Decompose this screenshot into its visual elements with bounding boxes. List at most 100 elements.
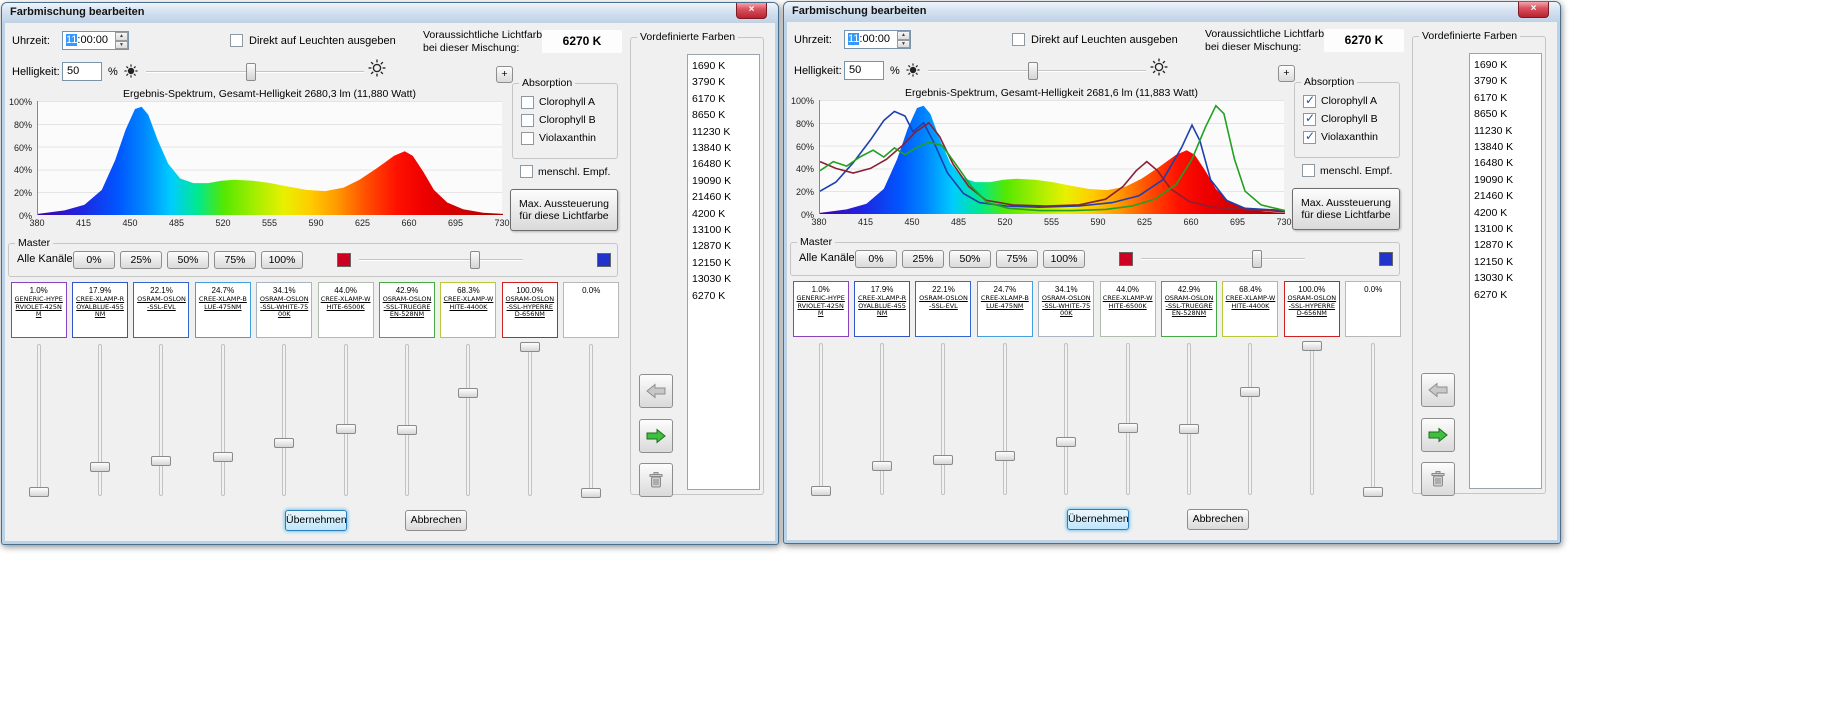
color-list-item[interactable]: 13100 K	[688, 222, 759, 238]
channel-box[interactable]: 17.9% CREE-XLAMP-ROYALBLUE-455NM	[854, 281, 910, 337]
master-percent-button[interactable]: 0%	[855, 250, 897, 268]
channel-box[interactable]: 34.1% OSRAM-OSLON-SSL-WHITE-7500K	[256, 282, 312, 338]
channel-box[interactable]: 100.0% OSRAM-OSLON-SSL-HYPERRED-656NM	[1284, 281, 1340, 337]
channel-box[interactable]: 100.0% OSRAM-OSLON-SSL-HYPERRED-656NM	[502, 282, 558, 338]
channel-box[interactable]: 0.0%	[563, 282, 619, 338]
spinner-down-button[interactable]: ▼	[897, 40, 910, 49]
channel-slider[interactable]	[1281, 341, 1342, 499]
channel-box[interactable]: 68.3% CREE-XLAMP-WHITE-4400K	[440, 282, 496, 338]
channel-slider[interactable]	[192, 342, 253, 500]
color-list-item[interactable]: 12150 K	[688, 255, 759, 271]
color-list-item[interactable]: 12150 K	[1470, 254, 1541, 270]
brightness-slider[interactable]	[928, 62, 1146, 80]
channel-box[interactable]: 1.0% GENERIC-HYPERVIOLET-425NM	[11, 282, 67, 338]
master-percent-button[interactable]: 75%	[996, 250, 1038, 268]
color-list-item[interactable]: 6270 K	[688, 288, 759, 304]
channel-name[interactable]: CREE-XLAMP-ROYALBLUE-455NM	[855, 294, 909, 318]
direkt-checkbox[interactable]	[230, 34, 243, 47]
slider-thumb[interactable]	[933, 455, 953, 465]
channel-name[interactable]: OSRAM-OSLON-SSL-WHITE-7500K	[1039, 294, 1093, 318]
close-button[interactable]: ×	[736, 3, 767, 19]
close-button[interactable]: ×	[1518, 2, 1549, 18]
uebernehmen-button[interactable]: Übernehmen	[285, 510, 347, 531]
channel-slider[interactable]	[131, 342, 192, 500]
color-list-item[interactable]: 3790 K	[1470, 73, 1541, 89]
channel-box[interactable]: 44.0% CREE-XLAMP-WHITE-6500K	[318, 282, 374, 338]
channel-box[interactable]: 34.1% OSRAM-OSLON-SSL-WHITE-7500K	[1038, 281, 1094, 337]
channel-name[interactable]: OSRAM-OSLON-SSL-HYPERRED-656NM	[1285, 294, 1339, 318]
channel-slider[interactable]	[851, 341, 912, 499]
color-list-item[interactable]: 4200 K	[688, 206, 759, 222]
max-aussteuerung-button[interactable]: Max. Aussteuerung für diese Lichtfarbe	[1292, 188, 1400, 230]
absorption-checkbox[interactable]	[1303, 131, 1316, 144]
channel-slider[interactable]	[499, 342, 560, 500]
color-list-item[interactable]: 8650 K	[688, 107, 759, 123]
channel-slider[interactable]	[1158, 341, 1219, 499]
color-list-item[interactable]: 13030 K	[688, 271, 759, 287]
titlebar[interactable]: Farbmischung bearbeiten ×	[2, 3, 778, 23]
master-percent-button[interactable]: 75%	[214, 251, 256, 269]
color-list-item[interactable]: 6170 K	[1470, 90, 1541, 106]
channel-slider[interactable]	[1220, 341, 1281, 499]
color-list-item[interactable]: 13840 K	[688, 140, 759, 156]
spinner-up-button[interactable]: ▲	[115, 32, 128, 41]
slider-thumb[interactable]	[1363, 487, 1383, 497]
channel-box[interactable]: 22.1% OSRAM-OSLON-SSL-EVL	[133, 282, 189, 338]
master-percent-button[interactable]: 0%	[73, 251, 115, 269]
add-button[interactable]: +	[1278, 65, 1295, 82]
move-left-button[interactable]	[1421, 373, 1455, 407]
color-list-item[interactable]: 11230 K	[688, 124, 759, 140]
channel-name[interactable]: CREE-XLAMP-BLUE-475NM	[978, 294, 1032, 310]
channel-box[interactable]: 1.0% GENERIC-HYPERVIOLET-425NM	[793, 281, 849, 337]
abbrechen-button[interactable]: Abbrechen	[1187, 509, 1249, 530]
slider-thumb[interactable]	[1240, 387, 1260, 397]
color-list-item[interactable]: 16480 K	[688, 156, 759, 172]
predefined-colors-list[interactable]: 1690 K 3790 K 6170 K 8650 K 11230 K 1384…	[1469, 53, 1542, 489]
slider-thumb[interactable]	[90, 462, 110, 472]
slider-thumb[interactable]	[246, 63, 256, 81]
channel-name[interactable]: OSRAM-OSLON-SSL-HYPERRED-656NM	[503, 295, 557, 319]
spinner-up-button[interactable]: ▲	[897, 31, 910, 40]
master-percent-button[interactable]: 100%	[1043, 250, 1085, 268]
slider-thumb[interactable]	[336, 424, 356, 434]
channel-box[interactable]: 17.9% CREE-XLAMP-ROYALBLUE-455NM	[72, 282, 128, 338]
color-list-item[interactable]: 13100 K	[1470, 221, 1541, 237]
master-percent-button[interactable]: 50%	[949, 250, 991, 268]
master-percent-button[interactable]: 25%	[120, 251, 162, 269]
delete-button[interactable]	[639, 463, 673, 497]
channel-name[interactable]: CREE-XLAMP-WHITE-4400K	[1223, 294, 1277, 310]
slider-thumb[interactable]	[872, 461, 892, 471]
channel-box[interactable]: 68.4% CREE-XLAMP-WHITE-4400K	[1222, 281, 1278, 337]
channel-name[interactable]: OSRAM-OSLON-SSL-EVL	[134, 295, 188, 311]
color-list-item[interactable]: 1690 K	[1470, 57, 1541, 73]
master-percent-button[interactable]: 50%	[167, 251, 209, 269]
master-slider[interactable]	[1141, 250, 1305, 268]
helligkeit-input[interactable]: 50	[844, 61, 884, 80]
slider-thumb[interactable]	[520, 342, 540, 352]
delete-button[interactable]	[1421, 462, 1455, 496]
spinner-down-button[interactable]: ▼	[115, 41, 128, 50]
color-list-item[interactable]: 16480 K	[1470, 155, 1541, 171]
channel-name[interactable]	[1346, 294, 1400, 295]
color-list-item[interactable]: 13030 K	[1470, 270, 1541, 286]
master-percent-button[interactable]: 25%	[902, 250, 944, 268]
predefined-colors-list[interactable]: 1690 K 3790 K 6170 K 8650 K 11230 K 1384…	[687, 54, 760, 490]
channel-slider[interactable]	[315, 342, 376, 500]
slider-thumb[interactable]	[811, 486, 831, 496]
channel-name[interactable]: CREE-XLAMP-WHITE-6500K	[1101, 294, 1155, 310]
channel-box[interactable]: 42.9% OSRAM-OSLON-SSL-TRUEGREEN-528NM	[379, 282, 435, 338]
time-input[interactable]: 11:00:00 ▲ ▼	[844, 30, 911, 49]
red-color-square[interactable]	[1119, 252, 1133, 266]
color-list-item[interactable]: 1690 K	[688, 58, 759, 74]
slider-thumb[interactable]	[1252, 250, 1262, 268]
master-slider[interactable]	[359, 251, 523, 269]
uebernehmen-button[interactable]: Übernehmen	[1067, 509, 1129, 530]
channel-name[interactable]: OSRAM-OSLON-SSL-EVL	[916, 294, 970, 310]
channel-name[interactable]	[564, 295, 618, 296]
color-list-item[interactable]: 3790 K	[688, 74, 759, 90]
channel-slider[interactable]	[974, 341, 1035, 499]
move-right-button[interactable]	[639, 419, 673, 453]
color-list-item[interactable]: 13840 K	[1470, 139, 1541, 155]
channel-name[interactable]: OSRAM-OSLON-SSL-WHITE-7500K	[257, 295, 311, 319]
helligkeit-input[interactable]: 50	[62, 62, 102, 81]
